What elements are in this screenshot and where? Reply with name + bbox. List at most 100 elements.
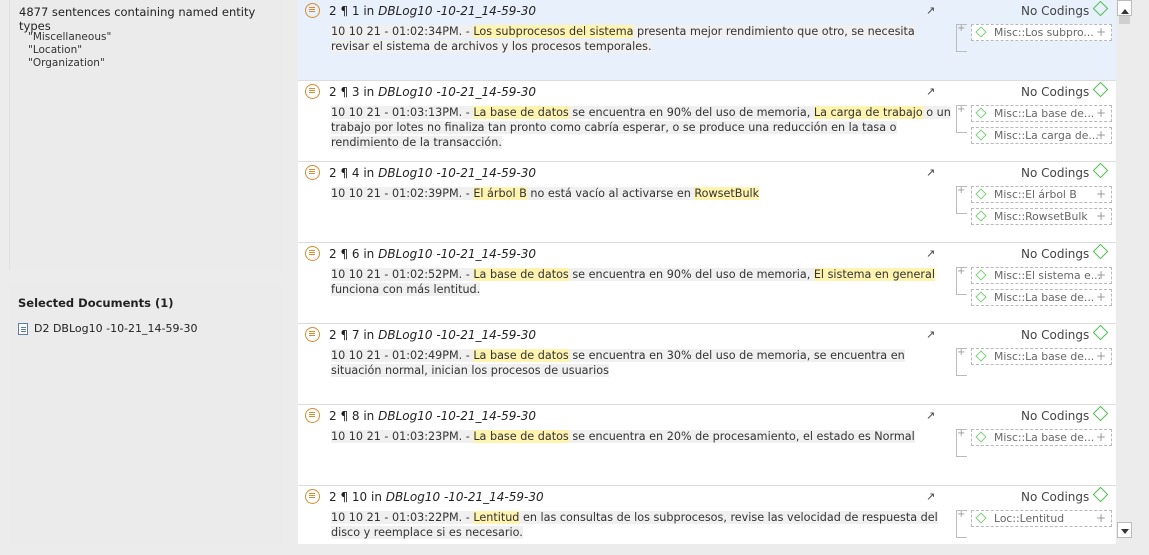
- plus-icon[interactable]: +: [957, 104, 965, 115]
- plus-icon[interactable]: +: [957, 185, 965, 196]
- open-arrow-icon[interactable]: ↗: [926, 85, 935, 98]
- diamond-code-icon[interactable]: [1092, 324, 1109, 341]
- diamond-code-icon[interactable]: [1092, 486, 1109, 503]
- codings-status: No Codings: [1021, 247, 1090, 261]
- entity-highlight[interactable]: Los subprocesos del sistema: [473, 25, 634, 38]
- codings-status: No Codings: [1021, 328, 1090, 342]
- add-code-icon[interactable]: +: [1096, 106, 1106, 120]
- expand-codes-bracket[interactable]: +: [956, 509, 967, 538]
- code-chip[interactable]: Misc::El árbol B +: [971, 186, 1112, 203]
- quotation-row[interactable]: 2 ¶ 8 in DBLog10 -10-21_14-59-30 ↗ No Codi…: [298, 405, 1116, 486]
- quotation-row[interactable]: 2 ¶ 6 in DBLog10 -10-21_14-59-30 ↗ No Codi…: [298, 243, 1116, 324]
- expand-codes-bracket[interactable]: +: [956, 104, 967, 133]
- quotation-row[interactable]: 2 ¶ 7 in DBLog10 -10-21_14-59-30 ↗ No Codi…: [298, 324, 1116, 405]
- add-code-icon[interactable]: +: [1096, 268, 1106, 282]
- document-icon: [18, 322, 28, 335]
- code-chip[interactable]: Misc::La base de... +: [971, 289, 1112, 306]
- plus-icon[interactable]: +: [957, 23, 965, 34]
- quotation-header: 2 ¶ 3 in DBLog10 -10-21_14-59-30: [329, 85, 536, 99]
- quotation-header: 2 ¶ 6 in DBLog10 -10-21_14-59-30: [329, 247, 536, 261]
- open-arrow-icon[interactable]: ↗: [926, 166, 935, 179]
- expand-codes-bracket[interactable]: +: [956, 23, 967, 52]
- quotation-number: 2 ¶ 8 in: [329, 409, 375, 423]
- add-code-icon[interactable]: +: [1096, 511, 1106, 525]
- code-chip[interactable]: Misc::Los subpro... +: [971, 24, 1112, 41]
- open-arrow-icon[interactable]: ↗: [926, 490, 935, 503]
- entity-highlight[interactable]: La base de datos: [473, 430, 569, 443]
- diamond-code-icon[interactable]: [1092, 81, 1109, 98]
- summary-text: 4877 sentences containing named entity t…: [19, 5, 256, 33]
- quotation-document: DBLog10 -10-21_14-59-30: [378, 247, 536, 261]
- quotation-icon: [305, 408, 320, 423]
- entity-highlight[interactable]: Lentitud: [473, 511, 520, 524]
- diamond-code-icon[interactable]: [1092, 405, 1109, 422]
- entity-highlight[interactable]: El árbol B: [473, 187, 527, 200]
- diamond-code-icon[interactable]: [1092, 0, 1109, 17]
- open-arrow-icon[interactable]: ↗: [926, 409, 935, 422]
- quotation-row[interactable]: 2 ¶ 3 in DBLog10 -10-21_14-59-30 ↗ No Codi…: [298, 81, 1116, 162]
- add-code-icon[interactable]: +: [1096, 25, 1106, 39]
- add-code-icon[interactable]: +: [1096, 349, 1106, 363]
- quotation-segment: 10 10 21 - 01:03:23PM. -: [331, 430, 474, 443]
- add-code-icon[interactable]: +: [1096, 128, 1106, 142]
- quotation-document: DBLog10 -10-21_14-59-30: [378, 85, 536, 99]
- code-chip-label: Misc::El árbol B: [994, 188, 1077, 201]
- add-code-icon[interactable]: +: [1096, 209, 1106, 223]
- entity-highlight[interactable]: La base de datos: [473, 349, 569, 362]
- code-diamond-icon: [975, 129, 987, 141]
- entity-highlight[interactable]: La carga de trabajo: [813, 106, 923, 119]
- add-code-icon[interactable]: +: [1096, 430, 1106, 444]
- code-chip[interactable]: Misc::La carga de... +: [971, 127, 1112, 144]
- expand-codes-bracket[interactable]: +: [956, 266, 967, 295]
- code-chip[interactable]: Misc::El sistema e... +: [971, 267, 1112, 284]
- code-chip[interactable]: Misc::La base de... +: [971, 348, 1112, 365]
- quotation-text: 10 10 21 - 01:03:22PM. - Lentitud en las…: [331, 510, 951, 540]
- entity-highlight[interactable]: RowsetBulk: [694, 187, 760, 200]
- quotation-text: 10 10 21 - 01:02:34PM. - Los subprocesos…: [331, 24, 951, 54]
- quotation-header: 2 ¶ 1 in DBLog10 -10-21_14-59-30: [329, 4, 536, 18]
- quotation-row[interactable]: 2 ¶ 10 in DBLog10 -10-21_14-59-30 ↗ No Cod…: [298, 486, 1116, 544]
- code-diamond-icon: [975, 431, 987, 443]
- open-arrow-icon[interactable]: ↗: [926, 247, 935, 260]
- plus-icon[interactable]: +: [957, 266, 965, 277]
- scroll-down-button[interactable]: [1117, 522, 1132, 538]
- add-code-icon[interactable]: +: [1096, 187, 1106, 201]
- diamond-code-icon[interactable]: [1092, 243, 1109, 260]
- quotation-icon: [305, 327, 320, 342]
- code-diamond-icon: [975, 107, 987, 119]
- quotation-document: DBLog10 -10-21_14-59-30: [378, 409, 536, 423]
- expand-codes-bracket[interactable]: +: [956, 428, 967, 457]
- code-diamond-icon: [975, 269, 987, 281]
- open-arrow-icon[interactable]: ↗: [926, 4, 935, 17]
- quotation-row[interactable]: 2 ¶ 4 in DBLog10 -10-21_14-59-30 ↗ No Codi…: [298, 162, 1116, 243]
- plus-icon[interactable]: +: [957, 509, 965, 520]
- code-chip[interactable]: Misc::RowsetBulk +: [971, 208, 1112, 225]
- code-chip[interactable]: Misc::La base de... +: [971, 105, 1112, 122]
- quotation-document: DBLog10 -10-21_14-59-30: [378, 328, 536, 342]
- expand-codes-bracket[interactable]: +: [956, 185, 967, 214]
- quotation-header: 2 ¶ 7 in DBLog10 -10-21_14-59-30: [329, 328, 536, 342]
- entity-type-item[interactable]: "Miscellaneous": [28, 31, 111, 44]
- entity-type-item[interactable]: "Location": [28, 44, 111, 57]
- expand-codes-bracket[interactable]: +: [956, 347, 967, 376]
- quotation-segment: se encuentra en 90% del uso de memoria,: [568, 268, 814, 281]
- code-chip[interactable]: Misc::La base de... +: [971, 429, 1112, 446]
- quotation-row[interactable]: 2 ¶ 1 in DBLog10 -10-21_14-59-30 ↗ No Codi…: [298, 0, 1116, 81]
- selected-document-item[interactable]: D2 DBLog10 -10-21_14-59-30: [18, 322, 198, 335]
- scroll-up-button[interactable]: [1117, 0, 1132, 16]
- diamond-code-icon[interactable]: [1092, 162, 1109, 179]
- quotation-header: 2 ¶ 10 in DBLog10 -10-21_14-59-30: [329, 490, 544, 504]
- scrollbar-thumb[interactable]: [1119, 16, 1130, 24]
- plus-icon[interactable]: +: [957, 347, 965, 358]
- open-arrow-icon[interactable]: ↗: [926, 328, 935, 341]
- entity-highlight[interactable]: La base de datos: [473, 106, 569, 119]
- code-chip[interactable]: Loc::Lentitud +: [971, 510, 1112, 527]
- add-code-icon[interactable]: +: [1096, 290, 1106, 304]
- plus-icon[interactable]: +: [957, 428, 965, 439]
- entity-highlight[interactable]: La base de datos: [473, 268, 569, 281]
- quotation-segment: 10 10 21 - 01:02:52PM. -: [331, 268, 474, 281]
- entity-type-item[interactable]: "Organization": [28, 57, 111, 70]
- scrollbar-track[interactable]: [1117, 16, 1132, 522]
- quotation-segment: 10 10 21 - 01:02:49PM. -: [331, 349, 474, 362]
- entity-highlight[interactable]: El sistema en general: [813, 268, 935, 281]
